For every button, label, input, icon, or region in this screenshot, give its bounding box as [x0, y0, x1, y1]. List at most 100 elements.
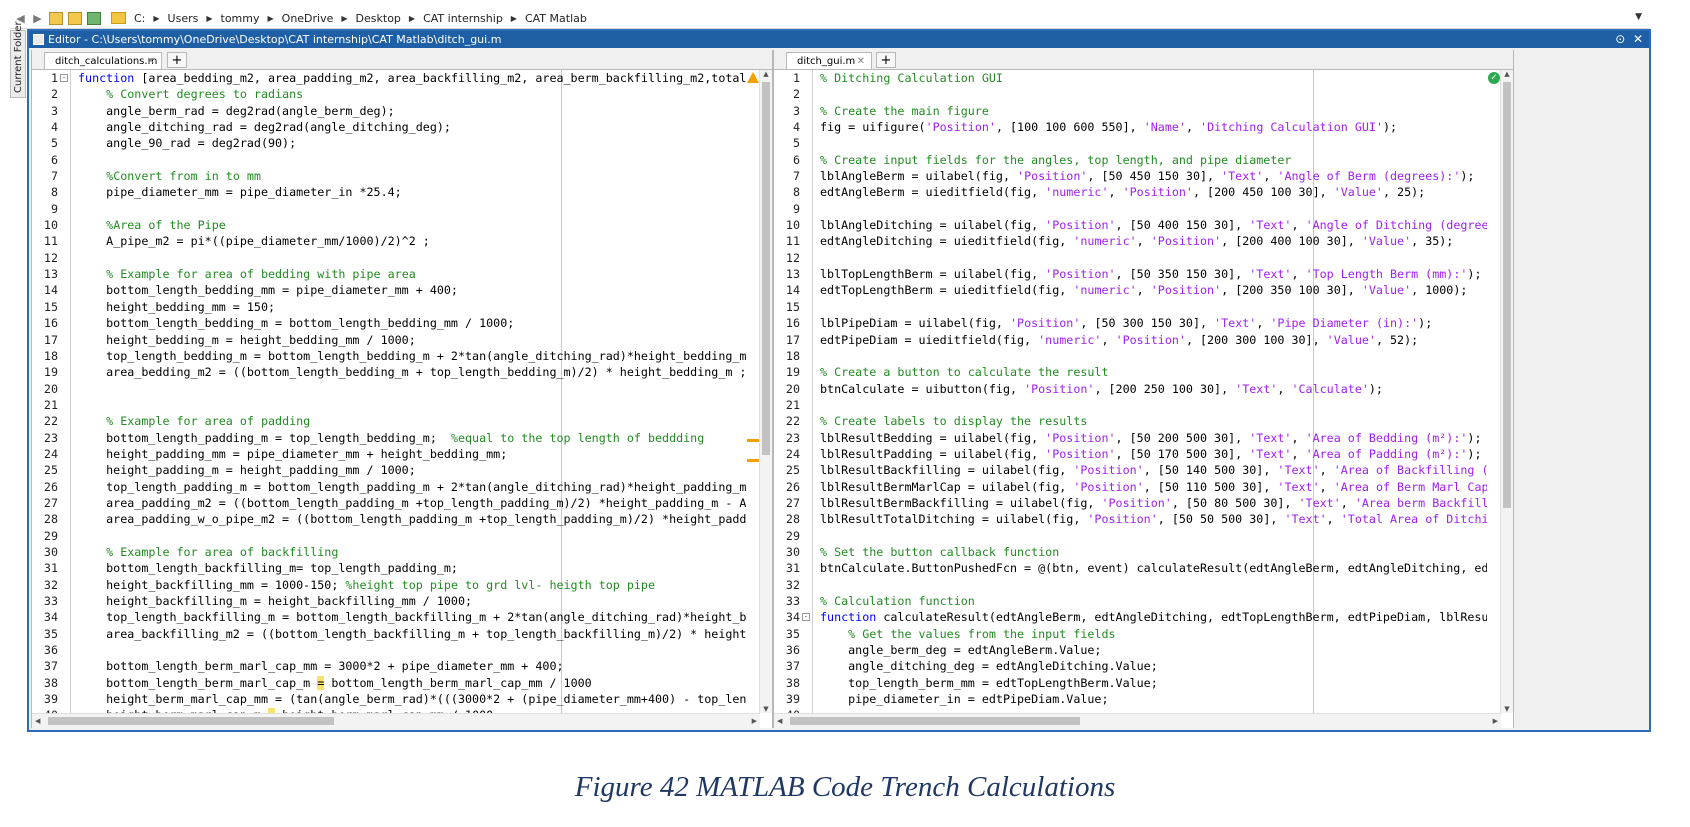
- code-line[interactable]: 33 height_backfilling_m = height_backfil…: [32, 593, 772, 609]
- right-code-area[interactable]: 1 % Ditching Calculation GUI 2 3 % Create th…: [774, 70, 1513, 713]
- code-line[interactable]: 11 edtAngleDitching = uieditfield(fig, 'n…: [774, 233, 1513, 249]
- breadcrumb-item[interactable]: OneDrive ▶: [282, 12, 348, 25]
- code-line[interactable]: 20: [32, 381, 772, 397]
- code-line[interactable]: 31 btnCalculate.ButtonPushedFcn = @(btn, …: [774, 560, 1513, 576]
- code-line[interactable]: 3 % Create the main figure: [774, 103, 1513, 119]
- code-line[interactable]: 26 top_length_padding_m = bottom_length_…: [32, 479, 772, 495]
- code-line[interactable]: 11 A_pipe_m2 = pi*((pipe_diameter_mm/100…: [32, 233, 772, 249]
- code-line[interactable]: 14 edtTopLengthBerm = uieditfield(fig, 'n…: [774, 282, 1513, 298]
- code-line[interactable]: 27 lblResultBermBackfilling = uilabel(fig…: [774, 495, 1513, 511]
- code-line[interactable]: 28 lblResultTotalDitching = uilabel(fig, …: [774, 511, 1513, 527]
- forward-arrow-icon[interactable]: ▶: [31, 12, 44, 25]
- code-line[interactable]: 4 angle_ditching_rad = deg2rad(angle_dit…: [32, 119, 772, 135]
- code-line[interactable]: 2 % Convert degrees to radians: [32, 86, 772, 102]
- code-line[interactable]: 23 lblResultBedding = uilabel(fig, 'Posit…: [774, 430, 1513, 446]
- options-icon[interactable]: ⊙: [1615, 32, 1625, 46]
- code-line[interactable]: 15 height_bedding_mm = 150;: [32, 299, 772, 315]
- code-line[interactable]: 14 bottom_length_bedding_mm = pipe_diame…: [32, 282, 772, 298]
- search-folder-icon[interactable]: [87, 11, 101, 25]
- code-line[interactable]: 19 area_bedding_m2 = ((bottom_length_bed…: [32, 364, 772, 380]
- code-line[interactable]: 6: [32, 152, 772, 168]
- code-line[interactable]: 38 bottom_length_berm_marl_cap_m = botto…: [32, 675, 772, 691]
- tab-ditch-calculations[interactable]: ditch_calculations.m ✕: [44, 52, 162, 69]
- check-icon[interactable]: ✓: [1488, 72, 1500, 84]
- code-line[interactable]: 3 angle_berm_rad = deg2rad(angle_berm_de…: [32, 103, 772, 119]
- code-line[interactable]: 24 lblResultPadding = uilabel(fig, 'Posit…: [774, 446, 1513, 462]
- code-line[interactable]: 5: [774, 135, 1513, 151]
- code-line[interactable]: 21: [32, 397, 772, 413]
- code-line[interactable]: 15: [774, 299, 1513, 315]
- code-line[interactable]: 18 top_length_bedding_m = bottom_length_…: [32, 348, 772, 364]
- code-line[interactable]: 39 height_berm_marl_cap_mm = (tan(angle_…: [32, 691, 772, 707]
- code-line[interactable]: 39 pipe_diameter_in = edtPipeDiam.Value;: [774, 691, 1513, 707]
- code-line[interactable]: 29: [774, 528, 1513, 544]
- code-line[interactable]: 8 pipe_diameter_mm = pipe_diameter_in *2…: [32, 184, 772, 200]
- close-icon[interactable]: ✕: [1633, 32, 1643, 46]
- scroll-down-icon[interactable]: ▼: [1501, 705, 1513, 713]
- code-line[interactable]: 29: [32, 528, 772, 544]
- breadcrumb-item[interactable]: tommy ▶: [221, 12, 274, 25]
- browse-folder-icon[interactable]: [68, 11, 82, 25]
- code-line[interactable]: 1 % Ditching Calculation GUI: [774, 70, 1513, 86]
- scroll-thumb[interactable]: [790, 717, 1080, 725]
- code-line[interactable]: 12: [774, 250, 1513, 266]
- code-line[interactable]: 22 % Create labels to display the results: [774, 413, 1513, 429]
- code-line[interactable]: 9: [32, 201, 772, 217]
- code-line[interactable]: 13 % Example for area of bedding with pi…: [32, 266, 772, 282]
- code-line[interactable]: 36 angle_berm_deg = edtAngleBerm.Value;: [774, 642, 1513, 658]
- code-line[interactable]: 35 area_backfilling_m2 = ((bottom_length…: [32, 626, 772, 642]
- left-vertical-scrollbar[interactable]: ▲ ▼: [759, 70, 772, 713]
- code-line[interactable]: 1- function [area_bedding_m2, area_paddin…: [32, 70, 772, 86]
- code-line[interactable]: 13 lblTopLengthBerm = uilabel(fig, 'Posit…: [774, 266, 1513, 282]
- code-line[interactable]: 36: [32, 642, 772, 658]
- breadcrumb-item[interactable]: CAT Matlab: [525, 12, 587, 25]
- code-line[interactable]: 32 height_backfilling_mm = 1000-150; %he…: [32, 577, 772, 593]
- code-line[interactable]: 19 % Create a button to calculate the res…: [774, 364, 1513, 380]
- code-line[interactable]: 33 % Calculation function: [774, 593, 1513, 609]
- code-line[interactable]: 34- function calculateResult(edtAngleBerm…: [774, 609, 1513, 625]
- code-line[interactable]: 18: [774, 348, 1513, 364]
- breadcrumb-item[interactable]: Users ▶: [168, 12, 213, 25]
- scroll-right-icon[interactable]: ▶: [752, 714, 757, 728]
- code-line[interactable]: 25 lblResultBackfilling = uilabel(fig, 'P…: [774, 462, 1513, 478]
- code-line[interactable]: 4 fig = uifigure('Position', [100 100 600…: [774, 119, 1513, 135]
- code-line[interactable]: 7 lblAngleBerm = uilabel(fig, 'Position',…: [774, 168, 1513, 184]
- code-line[interactable]: 16 lblPipeDiam = uilabel(fig, 'Position',…: [774, 315, 1513, 331]
- code-line[interactable]: 31 bottom_length_backfilling_m= top_leng…: [32, 560, 772, 576]
- code-line[interactable]: 30 % Set the button callback function: [774, 544, 1513, 560]
- code-line[interactable]: 9: [774, 201, 1513, 217]
- code-line[interactable]: 17 height_bedding_m = height_bedding_mm …: [32, 332, 772, 348]
- code-line[interactable]: 25 height_padding_m = height_padding_mm …: [32, 462, 772, 478]
- code-line[interactable]: 24 height_padding_mm = pipe_diameter_mm …: [32, 446, 772, 462]
- code-line[interactable]: 5 angle_90_rad = deg2rad(90);: [32, 135, 772, 151]
- code-line[interactable]: 34 top_length_backfilling_m = bottom_len…: [32, 609, 772, 625]
- code-line[interactable]: 17 edtPipeDiam = uieditfield(fig, 'numeri…: [774, 332, 1513, 348]
- code-line[interactable]: 22 % Example for area of padding: [32, 413, 772, 429]
- up-folder-icon[interactable]: [49, 11, 63, 25]
- code-line[interactable]: 16 bottom_length_bedding_m = bottom_leng…: [32, 315, 772, 331]
- chevron-down-icon[interactable]: ▼: [1635, 12, 1642, 22]
- scroll-right-icon[interactable]: ▶: [1493, 714, 1498, 728]
- left-code-area[interactable]: 1- function [area_bedding_m2, area_paddin…: [32, 70, 772, 713]
- breadcrumb-item[interactable]: CAT internship ▶: [423, 12, 517, 25]
- code-line[interactable]: 23 bottom_length_padding_m = top_length_…: [32, 430, 772, 446]
- current-folder-tab[interactable]: Current Folder: [10, 21, 26, 98]
- breadcrumb-item[interactable]: Desktop ▶: [356, 12, 416, 25]
- scroll-up-icon[interactable]: ▲: [760, 70, 772, 78]
- code-line[interactable]: 10 lblAngleDitching = uilabel(fig, 'Posit…: [774, 217, 1513, 233]
- code-line[interactable]: 12: [32, 250, 772, 266]
- right-horizontal-scrollbar[interactable]: ◀ ▶: [774, 713, 1501, 728]
- add-tab-button[interactable]: +: [876, 52, 896, 68]
- code-line[interactable]: 20 btnCalculate = uibutton(fig, 'Position…: [774, 381, 1513, 397]
- close-tab-icon[interactable]: ✕: [147, 53, 155, 70]
- scroll-left-icon[interactable]: ◀: [35, 714, 40, 728]
- scroll-thumb[interactable]: [48, 717, 334, 725]
- scroll-left-icon[interactable]: ◀: [777, 714, 782, 728]
- code-line[interactable]: 30 % Example for area of backfilling: [32, 544, 772, 560]
- scroll-thumb[interactable]: [762, 82, 770, 455]
- tab-ditch-gui[interactable]: ditch_gui.m ✕: [786, 52, 872, 69]
- code-line[interactable]: 7 %Convert from in to mm: [32, 168, 772, 184]
- code-line[interactable]: 37 bottom_length_berm_marl_cap_mm = 3000…: [32, 658, 772, 674]
- scroll-thumb[interactable]: [1503, 82, 1511, 508]
- code-line[interactable]: 27 area_padding_m2 = ((bottom_length_pad…: [32, 495, 772, 511]
